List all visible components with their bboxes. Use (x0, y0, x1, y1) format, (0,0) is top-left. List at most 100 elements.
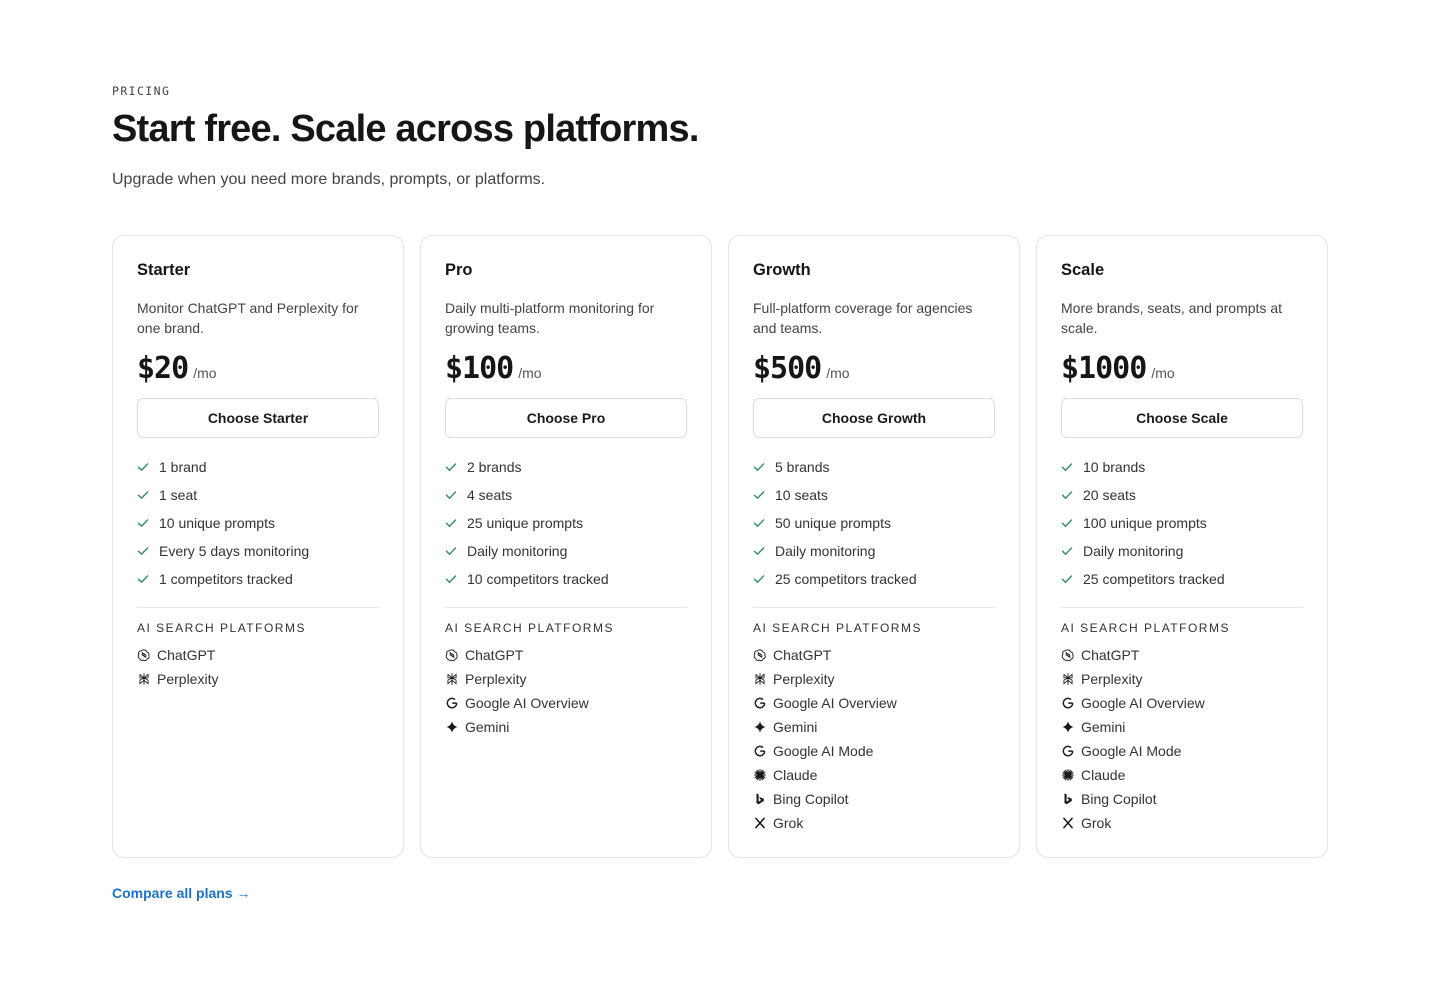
feature-label: 100 unique prompts (1083, 515, 1207, 531)
platform-item: Gemini (753, 715, 897, 739)
chatgpt-icon (1061, 648, 1075, 662)
platform-label: Perplexity (465, 671, 527, 687)
plan-price: $20 (137, 351, 189, 386)
check-icon (1061, 517, 1073, 529)
check-icon (1061, 573, 1073, 585)
platform-item: ChatGPT (137, 643, 218, 667)
platform-label: ChatGPT (773, 647, 832, 663)
plan-description: Daily multi-platform monitoring for grow… (445, 300, 655, 336)
platform-item: Claude (1061, 763, 1205, 787)
feature-item: Daily monitoring (445, 537, 687, 565)
plan-price: $100 (445, 351, 514, 386)
price-period: /mo (193, 365, 217, 381)
pricing-cards: Starter Monitor ChatGPT and Perplexity f… (112, 235, 1328, 858)
feature-item: 1 brand (137, 453, 379, 481)
feature-list: 5 brands 10 seats 50 unique prompts Daily m… (753, 453, 995, 593)
platform-list: ChatGPT Perplexity (137, 643, 218, 691)
claude-icon (1061, 768, 1075, 782)
google-icon (1061, 744, 1075, 758)
divider (753, 607, 995, 608)
platform-label: Gemini (1081, 719, 1126, 735)
check-icon (445, 461, 457, 473)
platform-label: Bing Copilot (1081, 791, 1157, 807)
platform-label: Perplexity (157, 671, 219, 687)
platform-label: ChatGPT (1081, 647, 1140, 663)
platform-label: Google AI Overview (1081, 695, 1205, 711)
feature-label: 10 seats (775, 487, 828, 503)
price-row: $500 /mo (753, 351, 995, 386)
feature-item: 25 competitors tracked (1061, 565, 1303, 593)
feature-label: Every 5 days monitoring (159, 543, 310, 559)
check-icon (445, 545, 457, 557)
plan-card-starter: Starter Monitor ChatGPT and Perplexity f… (112, 235, 404, 858)
perplexity-icon (137, 672, 151, 686)
feature-label: 1 seat (159, 487, 198, 503)
compare-all-plans-link[interactable]: Compare all plans → (112, 885, 250, 901)
platform-label: Google AI Mode (1081, 743, 1182, 759)
feature-label: 25 competitors tracked (1083, 571, 1225, 587)
check-icon (137, 545, 149, 557)
check-icon (753, 545, 765, 557)
feature-label: 1 competitors tracked (159, 571, 293, 587)
check-icon (753, 461, 765, 473)
feature-label: 25 unique prompts (467, 515, 583, 531)
google-icon (753, 744, 767, 758)
feature-label: 10 competitors tracked (467, 571, 609, 587)
chatgpt-icon (445, 648, 459, 662)
check-icon (137, 489, 149, 501)
chatgpt-icon (753, 648, 767, 662)
feature-item: 1 seat (137, 481, 379, 509)
feature-item: 1 competitors tracked (137, 565, 379, 593)
plan-description: Full-platform coverage for agencies and … (753, 300, 973, 336)
platform-item: Google AI Mode (753, 739, 897, 763)
feature-label: 1 brand (159, 459, 207, 475)
choose-scale-button[interactable]: Choose Scale (1061, 398, 1303, 438)
perplexity-icon (753, 672, 767, 686)
plan-name: Pro (445, 261, 473, 279)
feature-item: 10 unique prompts (137, 509, 379, 537)
feature-item: 10 competitors tracked (445, 565, 687, 593)
platform-item: Grok (753, 811, 897, 835)
chatgpt-icon (137, 648, 151, 662)
platform-item: Gemini (445, 715, 589, 739)
feature-item: 10 seats (753, 481, 995, 509)
bing-icon (753, 792, 767, 806)
choose-starter-button[interactable]: Choose Starter (137, 398, 379, 438)
divider (1061, 607, 1303, 608)
platform-label: Gemini (773, 719, 818, 735)
platform-item: Bing Copilot (753, 787, 897, 811)
plan-description: Monitor ChatGPT and Perplexity for one b… (137, 300, 359, 336)
plan-description: More brands, seats, and prompts at scale… (1061, 300, 1282, 336)
platform-label: Google AI Overview (773, 695, 897, 711)
feature-item: 10 brands (1061, 453, 1303, 481)
feature-item: Daily monitoring (1061, 537, 1303, 565)
plan-card-pro: Pro Daily multi-platform monitoring for … (420, 235, 712, 858)
check-icon (137, 461, 149, 473)
platform-label: Gemini (465, 719, 510, 735)
divider (137, 607, 379, 608)
choose-pro-button[interactable]: Choose Pro (445, 398, 687, 438)
google-icon (1061, 696, 1075, 710)
feature-label: 2 brands (467, 459, 522, 475)
platform-label: Perplexity (773, 671, 835, 687)
platform-item: Perplexity (445, 667, 589, 691)
platform-label: Bing Copilot (773, 791, 849, 807)
feature-label: 5 brands (775, 459, 830, 475)
page-subtitle: Upgrade when you need more brands, promp… (112, 171, 546, 188)
choose-growth-button[interactable]: Choose Growth (753, 398, 995, 438)
platform-label: ChatGPT (157, 647, 216, 663)
feature-item: 20 seats (1061, 481, 1303, 509)
price-period: /mo (1151, 365, 1175, 381)
plan-card-scale: Scale More brands, seats, and prompts at… (1036, 235, 1328, 858)
platform-item: Gemini (1061, 715, 1205, 739)
bing-icon (1061, 792, 1075, 806)
feature-list: 1 brand 1 seat 10 unique prompts Every 5 da… (137, 453, 379, 593)
feature-item: 4 seats (445, 481, 687, 509)
check-icon (753, 517, 765, 529)
check-icon (1061, 545, 1073, 557)
gemini-icon (1061, 720, 1075, 734)
platform-item: Perplexity (1061, 667, 1205, 691)
platform-label: Google AI Overview (465, 695, 589, 711)
feature-label: 50 unique prompts (775, 515, 891, 531)
feature-item: 25 competitors tracked (753, 565, 995, 593)
